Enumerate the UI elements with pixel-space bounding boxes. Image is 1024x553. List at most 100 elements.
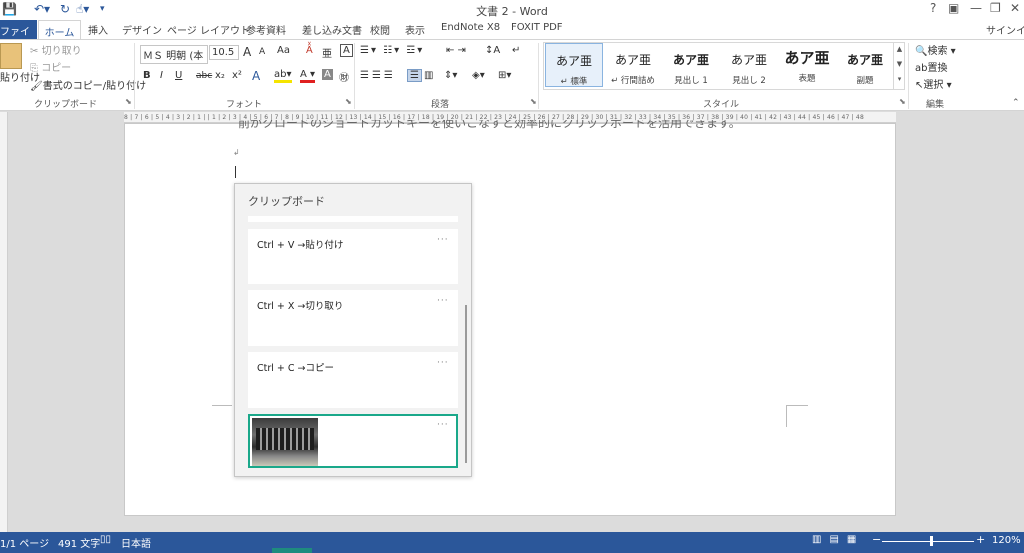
strikethrough-button[interactable]: abc [196,71,212,81]
zoom-out-icon[interactable]: − [872,533,881,546]
shrink-font-button[interactable]: A [259,47,265,57]
char-border-icon[interactable]: A [340,44,353,57]
bold-button[interactable]: B [143,70,151,81]
style-no-spacing[interactable]: あア亜 ↵ 行間詰め [604,43,662,87]
replace-button[interactable]: ab置換 [915,59,947,74]
clipboard-item[interactable]: Ctrl + X →切り取り ··· [248,290,458,346]
tab-references[interactable]: 参考資料 [246,22,286,37]
keyboard-keys [256,428,314,450]
view-mode-icons[interactable]: ▥▤▦ [812,534,864,545]
font-dialog-launcher-icon[interactable]: ⬊ [345,97,352,106]
select-label: 選択 [923,80,944,91]
margin-mark [786,405,808,427]
dialog-launcher-icon[interactable]: ⬊ [125,97,132,106]
style-heading-2[interactable]: あア亜 見出し 2 [720,43,778,87]
zoom-in-icon[interactable]: + [976,533,985,546]
format-painter-button[interactable]: 🖌書式のコピー/貼り付け [30,77,146,92]
zoom-slider[interactable] [882,541,974,542]
phonetic-icon[interactable]: 亜 [322,45,332,60]
paragraph-dialog-launcher-icon[interactable]: ⬊ [530,97,537,106]
clear-format-icon[interactable]: Aͯ [306,45,313,56]
styles-dialog-launcher-icon[interactable]: ⬊ [899,97,906,106]
change-case-button[interactable]: Aa [277,45,290,56]
clipboard-item-partial[interactable] [248,216,458,222]
paragraph-mark-icon[interactable]: ↵ [512,45,520,56]
subscript-button[interactable]: x₂ [215,70,225,81]
grow-font-button[interactable]: A [243,45,251,59]
find-label: 検索 [927,46,948,57]
style-title[interactable]: あア亜 表題 [778,43,836,87]
italic-button[interactable]: I [160,70,163,81]
select-button[interactable]: ↖選択 ▾ [915,76,952,91]
find-button[interactable]: 🔍検索 ▾ [915,42,956,57]
text-effects-icon[interactable]: A [252,69,260,83]
more-icon[interactable]: ··· [437,420,449,430]
line-spacing-icon[interactable]: ⇕▾ [444,70,457,81]
more-icon[interactable]: ··· [437,235,449,245]
clipboard-scrollbar[interactable] [465,305,467,463]
highlight-icon[interactable]: ab▾ [274,69,292,83]
tab-insert[interactable]: 挿入 [88,22,108,37]
font-name-field[interactable]: ＭＳ 明朝 (本 [140,45,208,64]
style-name: 見出し 2 [732,76,766,86]
style-heading-1[interactable]: あア亜 見出し 1 [662,43,720,87]
bullets-icon[interactable]: ☰▾ ☷▾ ☲▾ [360,45,424,56]
language-indicator[interactable]: 日本語 [121,535,151,550]
more-icon[interactable]: ··· [437,358,449,368]
group-label-clipboard: クリップボード [34,100,98,110]
collapse-ribbon-icon[interactable]: ⌃ [1012,98,1020,108]
char-shading-icon[interactable]: A [322,69,333,80]
vertical-ruler[interactable] [0,112,8,532]
ribbon-display-icon[interactable]: ▣ [948,1,959,15]
tab-mailings[interactable]: 差し込み文書 [302,22,362,37]
tab-foxit[interactable]: FOXIT PDF [511,22,563,33]
minimize-icon[interactable]: — [970,1,982,15]
clipboard-item-image[interactable]: ··· [248,414,458,468]
borders-icon[interactable]: ⊞▾ [498,70,511,81]
style-subtitle[interactable]: あア亜 副題 [836,43,894,87]
format-painter-label: 書式のコピー/貼り付け [42,81,147,92]
status-bar [0,532,1024,553]
tab-home[interactable]: ホーム [38,20,81,40]
enclose-char-icon[interactable]: ㊖ [339,69,349,84]
copy-button[interactable]: ⎘ コピー [30,59,71,74]
tab-file[interactable]: ファイル [0,20,37,53]
tab-page-layout[interactable]: ページ レイアウト [167,22,250,37]
proofing-icon[interactable]: ▯▯ [100,534,111,545]
indent-icons[interactable]: ⇤ ⇥ [446,45,466,56]
clipboard-item[interactable]: Ctrl + V →貼り付け ··· [248,229,458,284]
sort-icon[interactable]: ↕A [485,45,500,56]
cut-label: 切り取り [41,46,82,57]
zoom-thumb[interactable] [930,536,933,546]
word-count[interactable]: 491 文字 [58,535,100,550]
tab-view[interactable]: 表示 [405,22,425,37]
column-align-icon[interactable]: ▥ [424,70,433,81]
page-count[interactable]: 1/1 ページ [0,535,49,550]
cut-button[interactable]: ✂ 切り取り [30,42,82,57]
clipboard-item-text: Ctrl + X →切り取り [257,301,344,312]
style-normal[interactable]: あア亜 ↵ 標準 [545,43,603,87]
tab-endnote[interactable]: EndNote X8 [441,22,500,33]
close-icon[interactable]: ✕ [1010,1,1020,15]
tab-review[interactable]: 校閲 [370,22,390,37]
keyboard-thumbnail [252,418,318,466]
shading-icon[interactable]: ◈▾ [472,70,485,81]
zoom-level[interactable]: 120% [992,535,1021,546]
font-size-field[interactable]: 10.5 [209,45,239,60]
restore-icon[interactable]: ❐ [990,1,1001,15]
signin-link[interactable]: サインイン [986,22,1024,37]
tab-design[interactable]: デザイン [122,22,162,37]
underline-button[interactable]: U [175,70,182,81]
styles-scroll-icons[interactable]: ▲ ▼ ▾ [893,42,905,90]
style-name: ↵ 行間詰め [611,76,655,86]
font-color-icon[interactable]: A ▾ [300,69,316,83]
superscript-button[interactable]: x² [232,70,242,81]
group-label-font: フォント [226,100,263,110]
help-button[interactable]: ? [930,1,936,15]
align-icons[interactable]: ☰☰☰ [360,70,396,81]
clipboard-item[interactable]: Ctrl + C →コピー ··· [248,352,458,408]
more-icon[interactable]: ··· [437,296,449,306]
paste-icon[interactable] [0,43,22,69]
distributed-align-icon[interactable]: ☰ [407,69,422,82]
search-icon: 🔍 [915,46,928,57]
